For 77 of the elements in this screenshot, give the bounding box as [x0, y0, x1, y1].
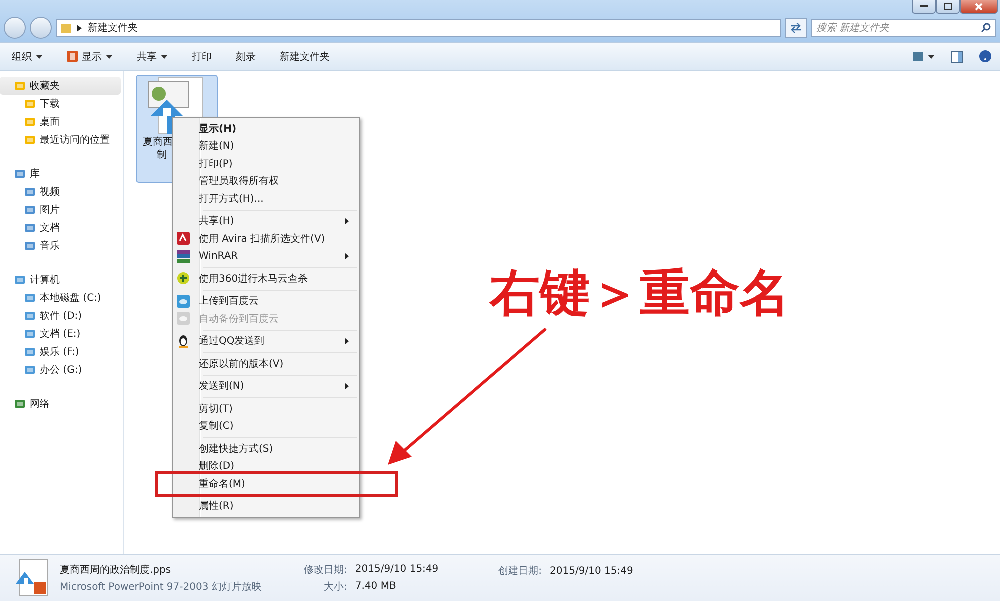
sidebar-item[interactable]: 文档	[0, 219, 121, 237]
file-name: 制	[156, 149, 167, 162]
caret-icon	[36, 54, 43, 58]
file-name: 夏商西	[142, 136, 173, 149]
sidebar-item[interactable]: 图片	[0, 201, 121, 219]
sidebar-item[interactable]: 网络	[0, 395, 121, 413]
toolbar-button[interactable]: 刻录	[232, 48, 260, 66]
sidebar-item[interactable]: 桌面	[0, 113, 121, 131]
minimize-button[interactable]	[912, 0, 936, 14]
maximize-icon	[944, 3, 952, 10]
sidebar-item[interactable]: 娱乐 (F:)	[0, 343, 121, 361]
menu-item[interactable]: 发送到(N)	[175, 378, 357, 395]
sidebar-item[interactable]: 库	[0, 165, 121, 183]
preview-pane-icon[interactable]	[951, 50, 963, 62]
menu-item[interactable]: 新建(N)	[175, 138, 357, 155]
menu-item[interactable]: 重命名(M)	[175, 475, 357, 492]
search-icon	[980, 23, 991, 33]
sidebar-item[interactable]: 办公 (G:)	[0, 361, 121, 379]
sidebar-item[interactable]: 下载	[0, 95, 121, 113]
menu-item[interactable]: 使用 Avira 扫描所选文件(V)	[175, 230, 357, 248]
annotation-text: 右键＞重命名	[490, 262, 790, 324]
sidebar-item[interactable]: 文档 (E:)	[0, 325, 121, 343]
caret-icon	[106, 54, 113, 58]
sidebar-item[interactable]: 本地磁盘 (C:)	[0, 289, 121, 307]
sidebar-item[interactable]: 收藏夹	[0, 77, 121, 95]
menu-item[interactable]: 创建快捷方式(S)	[175, 440, 357, 458]
maximize-button[interactable]	[936, 0, 960, 14]
created-date: 2015/9/10 15:49	[550, 566, 634, 576]
refresh-button[interactable]	[785, 18, 808, 38]
modified-date: 2015/9/10 15:49	[355, 564, 439, 575]
menu-item[interactable]: 属性(R)	[175, 498, 357, 515]
sidebar-item[interactable]: 视频	[0, 183, 121, 201]
toolbar-button[interactable]: 显示	[63, 48, 117, 66]
menu-item[interactable]: 通过QQ发送到	[175, 332, 357, 350]
sidebar-item[interactable]: 计算机	[0, 271, 121, 289]
address-field[interactable]: 新建文件夹	[56, 19, 782, 37]
menu-item[interactable]: 还原以前的版本(V)	[175, 355, 357, 372]
presentation-file-icon	[14, 558, 50, 598]
shield-icon	[177, 232, 190, 245]
toolbar-button[interactable]: 新建文件夹	[276, 48, 334, 66]
menu-item[interactable]: 剪切(T)	[175, 400, 357, 418]
close-button[interactable]	[960, 0, 998, 14]
help-icon[interactable]	[979, 50, 992, 63]
toolbar-button[interactable]: 组织	[8, 48, 47, 66]
created-label: 创建日期:	[498, 564, 542, 578]
menu-item[interactable]: 显示(H)	[175, 120, 357, 138]
view-icon[interactable]	[913, 52, 935, 62]
refresh-icon	[790, 23, 802, 33]
file-type: Microsoft PowerPoint 97-2003 幻灯片放映	[60, 580, 263, 594]
menu-item[interactable]: 管理员取得所有权	[175, 172, 357, 190]
penguin-icon	[177, 334, 190, 348]
menu-item[interactable]: 复制(C)	[175, 418, 357, 435]
books-icon	[177, 250, 190, 262]
chevron-icon	[76, 24, 82, 32]
toolbar-button[interactable]: 打印	[188, 48, 216, 66]
slideshow-icon	[67, 51, 78, 62]
file-size: 7.40 MB	[355, 581, 398, 592]
menu-item[interactable]: 打开方式(H)...	[175, 190, 357, 208]
modified-label: 修改日期:	[304, 564, 348, 576]
sidebar-item[interactable]: 软件 (D:)	[0, 307, 121, 325]
cloud-icon	[177, 294, 190, 308]
menu-item[interactable]: 共享(H)	[175, 212, 357, 230]
caret-icon	[161, 54, 168, 58]
minimize-icon	[920, 5, 928, 8]
menu-item[interactable]: 删除(D)	[175, 458, 357, 475]
cloud-icon	[177, 312, 190, 325]
toolbar-button[interactable]: 共享	[133, 48, 172, 66]
sidebar-item[interactable]: 音乐	[0, 237, 121, 255]
sidebar-item[interactable]: 最近访问的位置	[0, 131, 121, 149]
menu-item[interactable]: 上传到百度云	[175, 292, 357, 310]
plus-circle-icon	[177, 272, 190, 285]
menu-item[interactable]: 使用360进行木马云查杀	[175, 270, 357, 288]
size-label: 大小:	[324, 580, 348, 594]
close-icon	[975, 2, 983, 10]
menu-item[interactable]: WinRAR	[175, 248, 357, 265]
file-name: 夏商西周的政治制度.pps	[60, 564, 172, 576]
menu-item[interactable]: 打印(P)	[175, 155, 357, 172]
